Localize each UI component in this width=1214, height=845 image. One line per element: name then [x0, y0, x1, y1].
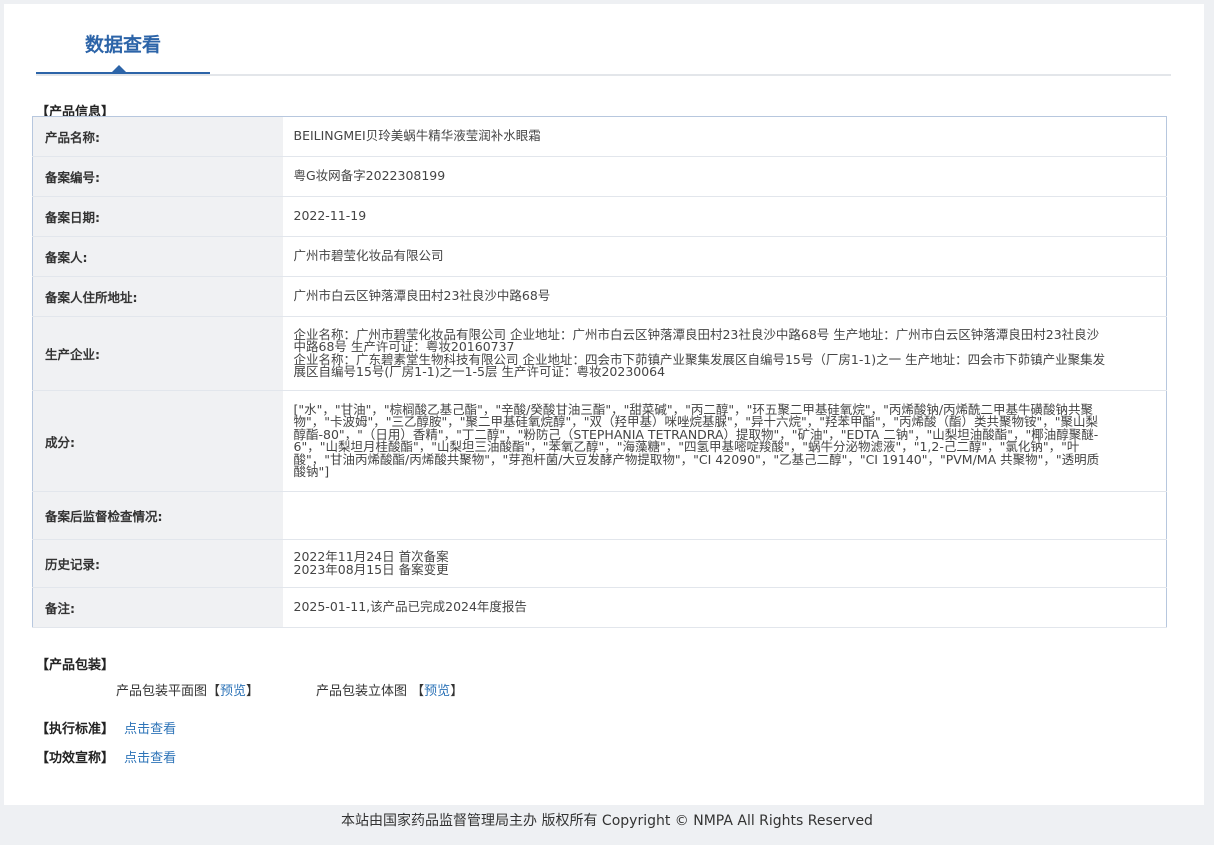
package-flat-item: 产品包装平面图【预览】	[116, 680, 259, 699]
row-value-filer-address: 广州市白云区钟落潭良田村23社良沙中路68号	[282, 276, 1167, 317]
bracket-open: 【	[207, 684, 221, 699]
row-value-history: 2022年11月24日 首次备案 2023年08月15日 备案变更	[282, 539, 1167, 588]
package-stereo-label: 产品包装立体图	[316, 684, 408, 699]
tab-caret-icon	[112, 65, 126, 72]
tab-active-underline	[36, 72, 210, 74]
row-value-supervision	[282, 491, 1167, 540]
efficacy-view-link[interactable]: 点击查看	[124, 751, 176, 766]
row-value-filing-date: 2022-11-19	[282, 196, 1167, 237]
table-row: 备注: 2025-01-11,该产品已完成2024年度报告	[32, 587, 1167, 628]
bracket-close: 】	[450, 684, 464, 699]
package-stereo-preview-link[interactable]: 预览	[424, 684, 450, 699]
standard-row: 【执行标准】 点击查看	[36, 718, 176, 737]
row-label-manufacturer: 生产企业:	[32, 316, 283, 391]
package-stereo-item: 产品包装立体图 【预览】	[316, 680, 463, 699]
row-label-product-name: 产品名称:	[32, 116, 283, 157]
table-row: 产品名称: BEILINGMEI贝玲美蜗牛精华液莹润补水眼霜	[32, 116, 1167, 157]
package-flat-preview-link[interactable]: 预览	[220, 684, 246, 699]
row-value-product-name: BEILINGMEI贝玲美蜗牛精华液莹润补水眼霜	[282, 116, 1167, 157]
tab-bar: 数据查看	[36, 4, 1171, 76]
row-value-remarks: 2025-01-11,该产品已完成2024年度报告	[282, 587, 1167, 628]
standard-view-link[interactable]: 点击查看	[124, 722, 176, 737]
section-efficacy: 【功效宣称】	[36, 751, 115, 766]
tab-data-view[interactable]: 数据查看	[36, 30, 210, 57]
efficacy-row: 【功效宣称】 点击查看	[36, 747, 176, 766]
row-label-filer-address: 备案人住所地址:	[32, 276, 283, 317]
row-label-filer: 备案人:	[32, 236, 283, 277]
table-row: 备案人住所地址: 广州市白云区钟落潭良田村23社良沙中路68号	[32, 276, 1167, 317]
row-label-ingredients: 成分:	[32, 390, 283, 492]
section-standard: 【执行标准】	[36, 722, 115, 737]
row-value-manufacturer: 企业名称：广州市碧莹化妆品有限公司 企业地址：广州市白云区钟落潭良田村23社良沙…	[282, 316, 1167, 391]
row-value-ingredients: ["水"，"甘油"，"棕榈酸乙基己酯"，"辛酸/癸酸甘油三酯"，"甜菜碱"，"丙…	[282, 390, 1167, 492]
row-label-history: 历史记录:	[32, 539, 283, 588]
table-row: 生产企业: 企业名称：广州市碧莹化妆品有限公司 企业地址：广州市白云区钟落潭良田…	[32, 316, 1167, 391]
package-flat-label: 产品包装平面图	[116, 684, 208, 699]
table-row: 备案后监督检查情况:	[32, 491, 1167, 540]
row-label-filing-number: 备案编号:	[32, 156, 283, 197]
history-entry: 2023年08月15日 备案变更	[293, 561, 449, 577]
row-label-remarks: 备注:	[32, 587, 283, 628]
row-value-filing-number: 粤G妆网备字2022308199	[282, 156, 1167, 197]
table-row: 成分: ["水"，"甘油"，"棕榈酸乙基己酯"，"辛酸/癸酸甘油三酯"，"甜菜碱…	[32, 390, 1167, 492]
section-product-package: 【产品包装】	[36, 658, 115, 673]
row-label-filing-date: 备案日期:	[32, 196, 283, 237]
row-label-supervision: 备案后监督检查情况:	[32, 491, 283, 540]
bracket-open: 【	[411, 684, 425, 699]
row-value-filer: 广州市碧莹化妆品有限公司	[282, 236, 1167, 277]
footer-copyright: 本站由国家药品监督管理局主办 版权所有 Copyright © NMPA All…	[341, 813, 873, 829]
table-row: 历史记录: 2022年11月24日 首次备案 2023年08月15日 备案变更	[32, 539, 1167, 588]
manufacturer-line: 企业名称：广东碧素堂生物科技有限公司 企业地址：四会市下茆镇产业聚集发展区自编号…	[293, 351, 1106, 379]
table-row: 备案日期: 2022-11-19	[32, 196, 1167, 237]
bracket-close: 】	[246, 684, 260, 699]
product-info-table: 产品名称: BEILINGMEI贝玲美蜗牛精华液莹润补水眼霜 备案编号: 粤G妆…	[32, 116, 1167, 628]
manufacturer-line: 企业名称：广州市碧莹化妆品有限公司 企业地址：广州市白云区钟落潭良田村23社良沙…	[293, 326, 1100, 354]
table-row: 备案人: 广州市碧莹化妆品有限公司	[32, 236, 1167, 277]
table-row: 备案编号: 粤G妆网备字2022308199	[32, 156, 1167, 197]
